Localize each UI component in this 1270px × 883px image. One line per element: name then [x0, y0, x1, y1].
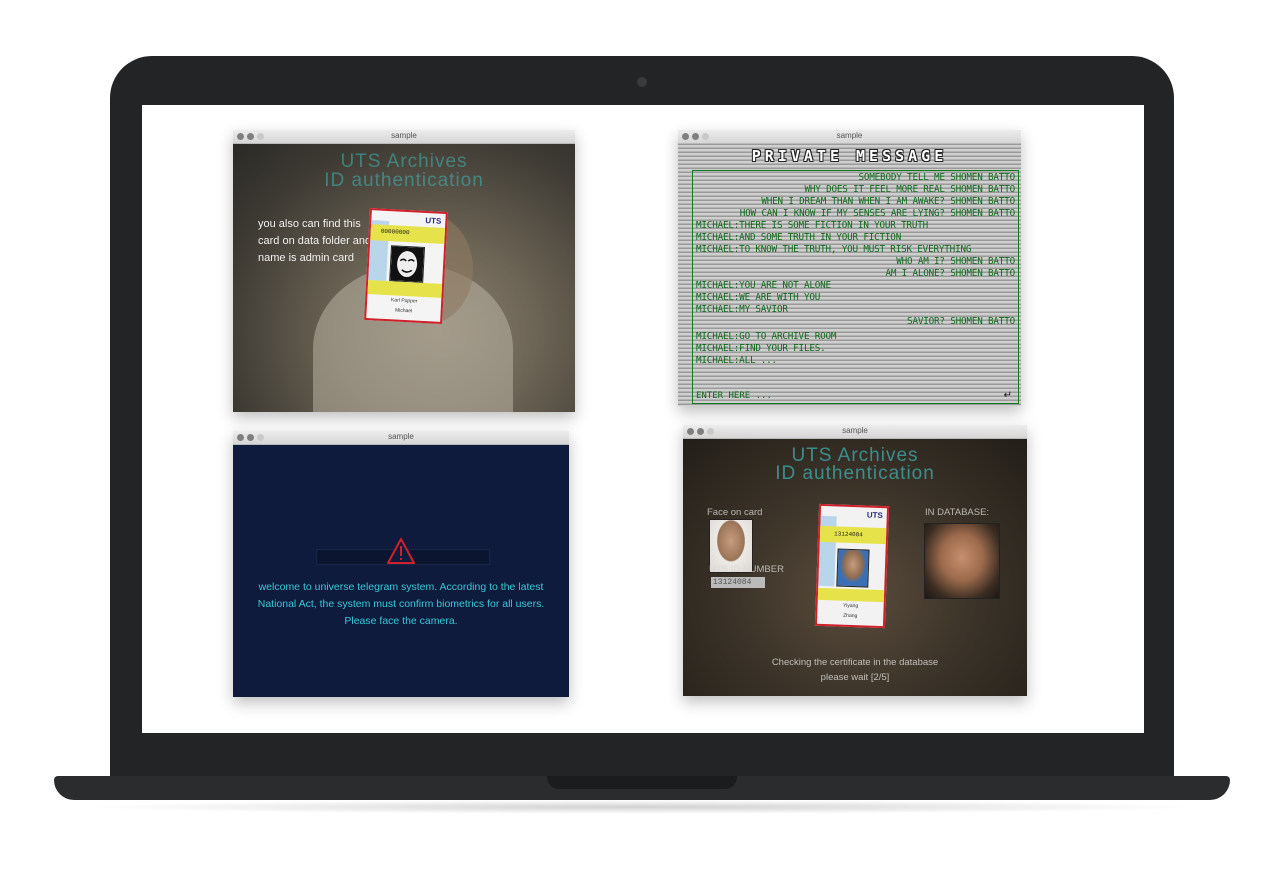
- title-line-2: ID authentication: [775, 463, 935, 484]
- card-name-2: Zhang: [843, 612, 858, 620]
- titlebar[interactable]: sample: [233, 130, 575, 144]
- webcam-icon: [637, 77, 647, 87]
- message-line: AM I ALONE? SHOMEN BATTO: [885, 268, 1015, 279]
- face-on-card-label: Face on card: [707, 507, 763, 518]
- window-title: sample: [842, 426, 868, 435]
- message-line: MICHAEL:GO TO ARCHIVE ROOM: [696, 331, 837, 342]
- window-admin-card: sample UTS Archives ID authentication yo…: [233, 130, 575, 412]
- id-number-value: 13124084: [711, 577, 765, 588]
- hint-text: you also can find this card on data fold…: [258, 218, 372, 264]
- message-line: MICHAEL:YOU ARE NOT ALONE: [696, 280, 831, 291]
- message-line: WHEN I DREAM THAN WHEN I AM AWAKE? SHOME…: [761, 196, 1015, 207]
- card-photo: [836, 548, 870, 588]
- status-message: Checking the certificate in the database…: [683, 655, 1027, 685]
- window-welcome: sample welcome to universe telegram syst…: [233, 431, 569, 697]
- status-line-2: please wait [2/5]: [820, 672, 890, 683]
- card-logo: UTS: [866, 510, 883, 521]
- window-title: sample: [391, 131, 417, 140]
- message-line: HOW CAN I KNOW IF MY SENSES ARE LYING? S…: [739, 208, 1015, 219]
- message-line: MICHAEL:ALL ...: [696, 355, 777, 366]
- card-photo: [389, 245, 426, 283]
- laptop-notch: [547, 776, 737, 789]
- titlebar[interactable]: sample: [678, 130, 1021, 144]
- laptop-screen: sample UTS Archives ID authentication yo…: [142, 105, 1144, 733]
- titlebar[interactable]: sample: [233, 431, 569, 445]
- card-yellow-band-lower: [367, 280, 443, 298]
- id-card: UTS 13124084 Yiyang Zhang: [814, 503, 890, 629]
- title-line-1: UTS Archives: [340, 151, 468, 172]
- database-face-photo: [924, 523, 1000, 599]
- camera-feed: UTS Archives ID authentication you also …: [233, 144, 575, 412]
- card-name-2: Michael: [394, 307, 413, 315]
- warning-icon: [387, 538, 415, 564]
- message-line: SAVIOR? SHOMEN BATTO: [907, 316, 1015, 327]
- message-input[interactable]: ENTER HERE ...: [696, 391, 772, 401]
- card-name-1: Karl Popper: [390, 297, 418, 305]
- card-name-1: Yiyang: [842, 602, 859, 610]
- card-id-number: 13124084: [833, 530, 864, 539]
- in-database-label: IN DATABASE:: [925, 507, 990, 518]
- welcome-message: welcome to universe telegram system. Acc…: [257, 581, 545, 627]
- message-line: SOMEBODY TELL ME SHOMEN BATTO: [858, 172, 1015, 183]
- card-id-number: 00000000: [380, 227, 410, 237]
- message-line: WHO AM I? SHOMEN BATTO: [896, 256, 1015, 267]
- id-card: UTS 00000000 Karl Popper Michael: [364, 208, 448, 324]
- titlebar[interactable]: sample: [683, 425, 1027, 439]
- message-heading: PRIVATE MESSAGE: [751, 147, 948, 165]
- message-line: WHY DOES IT FEEL MORE REAL SHOMEN BATTO: [804, 184, 1016, 195]
- message-line: MICHAEL:TO KNOW THE TRUTH, YOU MUST RISK…: [696, 244, 972, 255]
- id-number-label: UTS ID NUMBER: [709, 564, 784, 575]
- title-line-2: ID authentication: [324, 170, 484, 191]
- camera-feed: UTS Archives ID authentication Face on c…: [683, 439, 1027, 696]
- page-title: UTS Archives ID authentication: [683, 446, 1027, 484]
- page-title: UTS Archives ID authentication: [233, 152, 575, 190]
- message-line: MICHAEL:AND SOME TRUTH IN YOUR FICTION: [696, 232, 902, 243]
- window-private-message: sample PRIVATE MESSAGE SOMEBODY TELL ME …: [678, 130, 1021, 406]
- message-log: SOMEBODY TELL ME SHOMEN BATTO WHY DOES I…: [692, 170, 1019, 404]
- status-line-1: Checking the certificate in the database: [771, 657, 939, 668]
- message-screen: PRIVATE MESSAGE SOMEBODY TELL ME SHOMEN …: [678, 144, 1021, 406]
- card-yellow-band-lower: [817, 587, 885, 603]
- window-title: sample: [836, 131, 863, 140]
- base-shadow: [80, 800, 1204, 814]
- window-id-authentication: sample UTS Archives ID authentication Fa…: [683, 425, 1027, 696]
- message-line: MICHAEL:FIND YOUR FILES.: [696, 343, 826, 354]
- mask-icon: [390, 246, 424, 282]
- welcome-screen: welcome to universe telegram system. Acc…: [233, 445, 569, 697]
- message-line: MICHAEL:WE ARE WITH YOU: [696, 292, 821, 303]
- message-line: MICHAEL:THERE IS SOME FICTION IN YOUR TR…: [696, 220, 929, 231]
- window-title: sample: [388, 432, 414, 441]
- message-line: MICHAEL:MY SAVIOR: [696, 304, 788, 315]
- enter-icon[interactable]: ↵: [1004, 390, 1012, 401]
- card-logo: UTS: [425, 215, 442, 226]
